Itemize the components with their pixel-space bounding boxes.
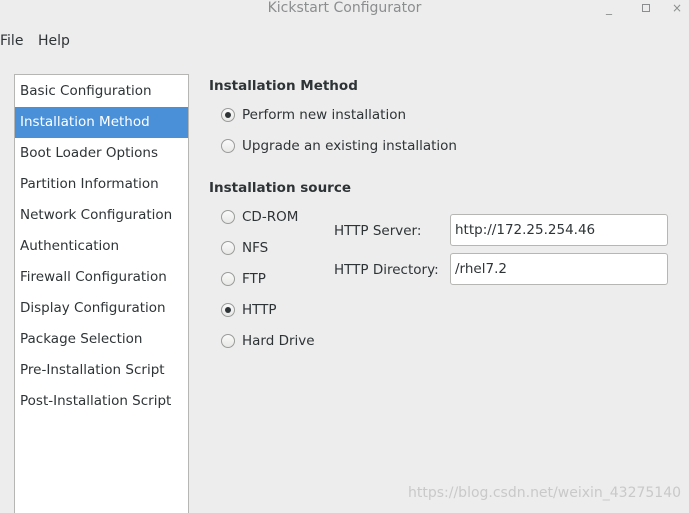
- radio-button[interactable]: [221, 303, 235, 317]
- radio-label: Upgrade an existing installation: [242, 138, 457, 154]
- radio-button[interactable]: [221, 241, 235, 255]
- sidebar-item-network-configuration[interactable]: Network Configuration: [15, 200, 188, 231]
- close-button[interactable]: ×: [669, 0, 685, 16]
- installation-method-heading: Installation Method: [209, 78, 358, 94]
- maximize-icon: [642, 4, 650, 12]
- http-directory-label: HTTP Directory:: [334, 262, 439, 278]
- installation-source-heading: Installation source: [209, 180, 352, 196]
- minimize-button[interactable]: _: [601, 0, 617, 16]
- title-bar: Kickstart Configurator _ ×: [0, 0, 689, 18]
- http-directory-input[interactable]: [450, 253, 668, 285]
- sidebar-item-partition-information[interactable]: Partition Information: [15, 169, 188, 200]
- radio-label: CD-ROM: [242, 209, 299, 225]
- watermark-text: https://blog.csdn.net/weixin_43275140: [408, 485, 682, 501]
- sidebar-item-package-selection[interactable]: Package Selection: [15, 324, 188, 355]
- sidebar-item-post-installation-script[interactable]: Post-Installation Script: [15, 386, 188, 417]
- radio-label: HTTP: [242, 302, 277, 318]
- radio-button[interactable]: [221, 272, 235, 286]
- sidebar-item-display-configuration[interactable]: Display Configuration: [15, 293, 188, 324]
- radio-button[interactable]: [221, 108, 235, 122]
- radio-label: Hard Drive: [242, 333, 315, 349]
- maximize-button[interactable]: [638, 0, 654, 16]
- sidebar-item-basic-configuration[interactable]: Basic Configuration: [15, 76, 188, 107]
- radio-label: NFS: [242, 240, 269, 256]
- sidebar-item-installation-method[interactable]: Installation Method: [15, 107, 188, 138]
- sidebar-item-pre-installation-script[interactable]: Pre-Installation Script: [15, 355, 188, 386]
- http-server-input[interactable]: [450, 214, 668, 246]
- sidebar-list: Basic Configuration Installation Method …: [14, 74, 189, 513]
- window-title: Kickstart Configurator: [267, 0, 422, 16]
- radio-button[interactable]: [221, 334, 235, 348]
- radio-button[interactable]: [221, 139, 235, 153]
- http-server-label: HTTP Server:: [334, 223, 422, 239]
- menu-help[interactable]: Help: [38, 30, 70, 52]
- radio-button[interactable]: [221, 210, 235, 224]
- sidebar-item-authentication[interactable]: Authentication: [15, 231, 188, 262]
- sidebar-item-firewall-configuration[interactable]: Firewall Configuration: [15, 262, 188, 293]
- sidebar-item-boot-loader-options[interactable]: Boot Loader Options: [15, 138, 188, 169]
- menu-file[interactable]: File: [0, 30, 23, 52]
- radio-label: Perform new installation: [242, 107, 407, 123]
- radio-label: FTP: [242, 271, 266, 287]
